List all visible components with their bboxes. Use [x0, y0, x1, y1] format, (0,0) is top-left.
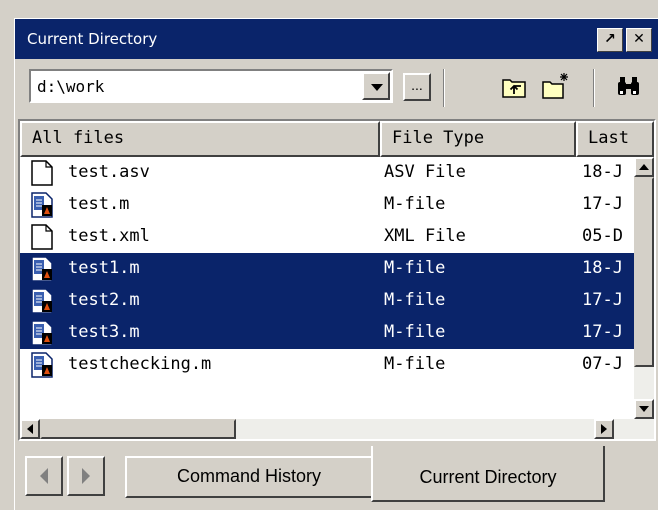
file-name: test1.m: [68, 258, 140, 278]
toolbar-separator: [443, 69, 445, 107]
path-dropdown-button[interactable]: [362, 72, 390, 100]
find-files-button[interactable]: [613, 71, 645, 103]
toolbar: ...: [15, 59, 658, 117]
current-directory-window: Current Directory ↗ ✕ ...: [14, 18, 658, 510]
vertical-scroll-thumb[interactable]: [634, 177, 654, 367]
file-name: test2.m: [68, 290, 140, 310]
last-modified: 17-J: [582, 290, 623, 310]
arrow-right-icon: [601, 424, 607, 434]
scroll-right-button[interactable]: [594, 419, 614, 439]
vertical-scrollbar[interactable]: [634, 157, 654, 439]
arrow-down-icon: [639, 406, 649, 412]
last-modified: 18-J: [582, 162, 623, 182]
scroll-up-button[interactable]: [634, 157, 654, 177]
chevron-down-icon: [371, 84, 383, 91]
arrow-left-icon: [27, 424, 33, 434]
file-type: M-file: [384, 322, 446, 342]
file-type: M-file: [384, 290, 446, 310]
file-type: M-file: [384, 354, 446, 374]
table-row[interactable]: test3.m M-file 17-J: [20, 317, 636, 349]
column-header-all-files[interactable]: All files: [20, 121, 380, 157]
find-binoculars-icon: [618, 77, 639, 95]
document-icon: [31, 160, 53, 186]
table-row[interactable]: testchecking.m M-file 07-J: [20, 349, 636, 419]
path-input[interactable]: [37, 77, 377, 96]
last-modified: 18-J: [582, 258, 623, 278]
new-folder-button[interactable]: [539, 71, 571, 103]
column-header-last-modified[interactable]: Last: [576, 121, 654, 157]
file-type: XML File: [384, 226, 466, 246]
document-icon: [31, 224, 53, 250]
table-row[interactable]: test2.m M-file 17-J: [20, 285, 636, 317]
table-row[interactable]: test.m M-file 17-J: [20, 189, 636, 221]
arrow-left-icon: [40, 468, 48, 484]
window-title: Current Directory: [27, 30, 158, 48]
column-header-file-type[interactable]: File Type: [380, 121, 576, 157]
file-name: test.xml: [68, 226, 150, 246]
toolbar-separator: [593, 69, 595, 107]
table-row[interactable]: test.asv ASV File 18-J: [20, 157, 636, 189]
arrow-up-icon: [639, 164, 649, 170]
path-combobox[interactable]: [29, 69, 393, 103]
up-folder-button[interactable]: [499, 71, 531, 103]
horizontal-scrollbar[interactable]: [20, 419, 636, 439]
m-file-icon: [31, 192, 53, 218]
new-folder-icon: [542, 73, 568, 99]
undock-button[interactable]: ↗: [597, 28, 623, 52]
table-row[interactable]: test1.m M-file 18-J: [20, 253, 636, 285]
arrow-right-icon: [82, 468, 90, 484]
close-button[interactable]: ✕: [626, 28, 652, 52]
close-icon: ✕: [633, 31, 645, 47]
title-bar[interactable]: Current Directory ↗ ✕: [15, 19, 658, 59]
browse-button[interactable]: ...: [403, 73, 431, 101]
last-modified: 07-J: [582, 354, 623, 374]
last-modified: 05-D: [582, 226, 623, 246]
scroll-left-button[interactable]: [20, 419, 40, 439]
tab-bar: Command History Current Directory: [15, 446, 658, 510]
m-file-icon: [31, 352, 53, 378]
tab-command-history[interactable]: Command History: [125, 456, 373, 498]
file-type: M-file: [384, 194, 446, 214]
horizontal-scroll-thumb[interactable]: [40, 419, 236, 439]
tab-scroll-right-button[interactable]: [67, 456, 105, 496]
last-modified: 17-J: [582, 194, 623, 214]
scroll-down-button[interactable]: [634, 399, 654, 419]
file-name: test3.m: [68, 322, 140, 342]
file-name: test.m: [68, 194, 130, 214]
undock-arrow-icon: ↗: [604, 31, 616, 47]
tab-current-directory[interactable]: Current Directory: [371, 446, 605, 502]
last-modified: 17-J: [582, 322, 623, 342]
file-type: ASV File: [384, 162, 466, 182]
tab-scroll-left-button[interactable]: [25, 456, 63, 496]
file-name: testchecking.m: [68, 354, 212, 374]
file-list[interactable]: All files File Type Last test.asv ASV Fi…: [18, 119, 656, 441]
m-file-icon: [31, 256, 53, 282]
m-file-icon: [31, 320, 53, 346]
table-row[interactable]: test.xml XML File 05-D: [20, 221, 636, 253]
m-file-icon: [31, 288, 53, 314]
file-name: test.asv: [68, 162, 150, 182]
up-folder-icon: [502, 79, 526, 98]
file-type: M-file: [384, 258, 446, 278]
